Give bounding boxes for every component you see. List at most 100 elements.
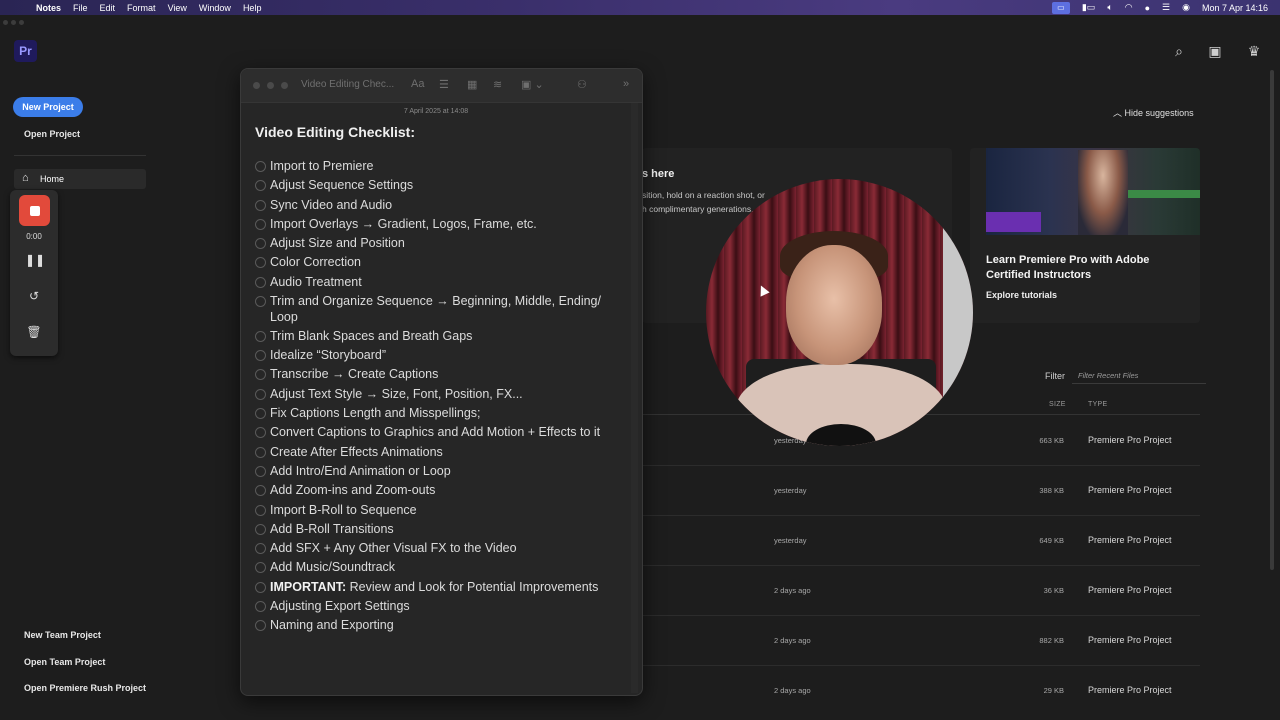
checklist-item[interactable]: Add SFX + Any Other Visual FX to the Vid…	[255, 541, 625, 557]
sidebar-item-home[interactable]: ⌂ Home	[14, 169, 146, 189]
checklist-item[interactable]: Convert Captions to Graphics and Add Mot…	[255, 425, 625, 441]
checkbox[interactable]	[255, 465, 266, 477]
checkbox[interactable]	[255, 161, 266, 172]
menu-help[interactable]: Help	[243, 3, 262, 13]
checklist-item[interactable]: Transcribe → Create Captions	[255, 367, 625, 383]
menu-app-name[interactable]: Notes	[36, 3, 61, 13]
text-format-icon[interactable]: Aa	[411, 78, 424, 90]
checkbox[interactable]	[255, 504, 266, 516]
checklist-item[interactable]: Audio Treatment	[255, 275, 625, 291]
crown-icon[interactable]: ♛	[1246, 43, 1262, 59]
table-row[interactable]: yesterday 649 KB Premiere Pro Project	[642, 515, 1200, 566]
checklist-item[interactable]: Adjusting Export Settings	[255, 599, 625, 615]
new-project-button[interactable]: New Project	[13, 97, 83, 117]
menu-file[interactable]: File	[73, 3, 88, 13]
table-row[interactable]: yesterday 388 KB Premiere Pro Project	[642, 465, 1200, 516]
table-icon[interactable]: ▦	[467, 78, 477, 91]
open-team-project-link[interactable]: Open Team Project	[24, 657, 105, 667]
open-project-link[interactable]: Open Project	[24, 129, 80, 139]
checkbox[interactable]	[255, 543, 266, 555]
table-row[interactable]: 2 days ago 29 KB Premiere Pro Project	[642, 665, 1200, 715]
menu-format[interactable]: Format	[127, 3, 156, 13]
checklist-item[interactable]: Adjust Text Style → Size, Font, Position…	[255, 387, 625, 403]
checkbox[interactable]	[255, 427, 266, 439]
checklist-item[interactable]: Import Overlays → Gradient, Logos, Frame…	[255, 217, 625, 233]
checklist-item[interactable]: Create After Effects Animations	[255, 445, 625, 461]
restart-icon[interactable]: ↺	[25, 287, 43, 305]
scrollbar[interactable]	[1270, 70, 1274, 570]
checklist-item[interactable]: Color Correction	[255, 255, 625, 271]
checkbox[interactable]	[255, 296, 266, 308]
open-rush-project-link[interactable]: Open Premiere Rush Project	[24, 683, 146, 693]
table-row[interactable]: 2 days ago 882 KB Premiere Pro Project	[642, 615, 1200, 666]
control-center-icon[interactable]: ☰	[1162, 2, 1170, 13]
checklist-item[interactable]: Import B-Roll to Sequence	[255, 503, 625, 519]
menu-window[interactable]: Window	[199, 3, 231, 13]
checklist-item[interactable]: Adjust Size and Position	[255, 236, 625, 252]
checkbox[interactable]	[255, 238, 266, 250]
hide-suggestions-toggle[interactable]: ︿ Hide suggestions	[1113, 106, 1194, 119]
checkbox[interactable]	[255, 446, 266, 458]
checkbox[interactable]	[255, 330, 266, 342]
checkbox[interactable]	[255, 257, 266, 269]
user-icon[interactable]: ◉	[1182, 2, 1190, 13]
checkbox[interactable]	[255, 388, 266, 400]
checklist-item[interactable]: Add Zoom-ins and Zoom-outs	[255, 483, 625, 499]
menu-edit[interactable]: Edit	[100, 3, 116, 13]
checklist-item[interactable]: Add Music/Soundtrack	[255, 560, 625, 576]
column-header-type[interactable]: TYPE	[1088, 401, 1107, 408]
battery-icon[interactable]: ▮▭	[1082, 2, 1095, 13]
filter-recent-files-input[interactable]: Filter Recent Files	[1072, 369, 1206, 384]
search-icon[interactable]: ⌕	[1171, 43, 1187, 59]
audio-icon[interactable]: ≋	[493, 78, 502, 91]
checklist-item[interactable]: Naming and Exporting	[255, 618, 625, 634]
new-team-project-link[interactable]: New Team Project	[24, 630, 101, 640]
window-zoom-button[interactable]	[19, 20, 24, 25]
checklist-item[interactable]: Add Intro/End Animation or Loop	[255, 464, 625, 480]
checkbox[interactable]	[255, 408, 266, 420]
checkbox[interactable]	[255, 218, 266, 230]
checklist-item[interactable]: Trim Blank Spaces and Breath Gaps	[255, 329, 625, 345]
stop-recording-button[interactable]	[19, 195, 50, 226]
checklist-item[interactable]: Sync Video and Audio	[255, 198, 625, 214]
note-heading[interactable]: Video Editing Checklist:	[255, 124, 415, 140]
volume-icon[interactable]: 🔈︎	[1107, 2, 1112, 13]
webcam-overlay[interactable]	[706, 179, 973, 446]
column-header-size[interactable]: SIZE	[1049, 401, 1066, 408]
menu-view[interactable]: View	[168, 3, 187, 13]
window-close-button[interactable]	[3, 20, 8, 25]
pause-icon[interactable]: ❚❚	[25, 251, 45, 269]
checkbox[interactable]	[255, 620, 266, 632]
expand-icon[interactable]: »	[623, 78, 629, 90]
checklist-item[interactable]: IMPORTANT: Review and Look for Potential…	[255, 580, 625, 596]
checkbox[interactable]	[255, 601, 266, 613]
checkbox[interactable]	[255, 581, 266, 593]
tutorial-card[interactable]: Learn Premiere Pro with Adobe Certified …	[970, 148, 1200, 323]
collaborate-icon[interactable]: ⚇	[577, 78, 587, 91]
window-minimize-button[interactable]	[11, 20, 16, 25]
window-zoom-button[interactable]	[281, 82, 288, 89]
trash-icon[interactable]: 🗑︎	[25, 323, 43, 341]
checklist-icon[interactable]: ☰	[439, 78, 449, 91]
checklist-item[interactable]: Fix Captions Length and Misspellings;	[255, 406, 625, 422]
checkbox[interactable]	[255, 523, 266, 535]
gift-icon[interactable]: ▣	[1207, 43, 1223, 59]
scrollbar[interactable]	[631, 103, 638, 693]
checklist-item[interactable]: Adjust Sequence Settings	[255, 178, 625, 194]
checkbox[interactable]	[255, 180, 266, 192]
media-icon[interactable]: ▣ ⌄	[521, 78, 544, 91]
checkbox[interactable]	[255, 199, 266, 211]
checkbox[interactable]	[255, 350, 266, 362]
wifi-icon[interactable]: ◠	[1125, 2, 1133, 13]
checkbox[interactable]	[255, 276, 266, 288]
explore-tutorials-link[interactable]: Explore tutorials	[986, 290, 1057, 300]
checkbox[interactable]	[255, 485, 266, 497]
checklist-item[interactable]: Trim and Organize Sequence → Beginning, …	[255, 294, 625, 325]
checkbox[interactable]	[255, 562, 266, 574]
window-minimize-button[interactable]	[267, 82, 274, 89]
screen-mirror-icon[interactable]: ▭	[1051, 1, 1070, 14]
checkbox[interactable]	[255, 369, 266, 381]
checklist-item[interactable]: Idealize “Storyboard”	[255, 348, 625, 364]
checklist-item[interactable]: Import to Premiere	[255, 159, 625, 175]
window-close-button[interactable]	[253, 82, 260, 89]
